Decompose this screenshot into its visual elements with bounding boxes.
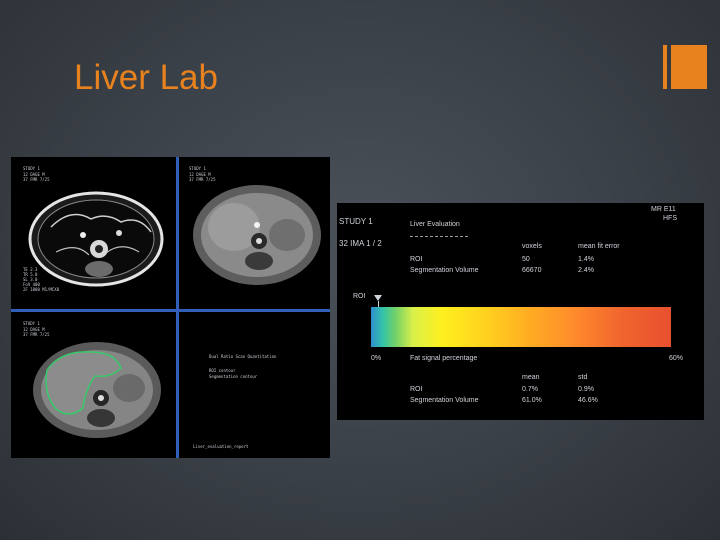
slide-title: Liver Lab xyxy=(74,58,218,97)
viewport-divider-horizontal[interactable] xyxy=(11,309,330,312)
table1-cell: 66670 xyxy=(522,267,542,274)
table2-cell: 61.0% xyxy=(522,397,542,404)
roi-scale-label: ROI xyxy=(353,293,366,300)
report-line: Dual Ratio Scan Quantitation xyxy=(209,354,277,359)
viewport-top-right[interactable]: STUDY 1 12 DAGE M 37 FMR 7/25 xyxy=(179,157,330,309)
table2-cell: 0.7% xyxy=(522,386,538,393)
table1-row-label: Segmentation Volume xyxy=(410,267,479,274)
viewport-divider-vertical[interactable] xyxy=(176,157,179,458)
fat-signal-colorbar xyxy=(371,307,671,347)
table1-header: mean fit error xyxy=(578,243,620,250)
study-label: STUDY 1 xyxy=(339,217,373,226)
scale-max-label: 60% xyxy=(669,355,684,362)
mri-viewer: STUDY 1 12 DAGE M 37 FMR 7/25 TE 2.3 TR … xyxy=(11,157,330,458)
viewport-info-line: 37 FMR 7/25 xyxy=(189,177,216,182)
report-line: ROI contour xyxy=(209,368,236,373)
viewport-top-left[interactable]: STUDY 1 12 DAGE M 37 FMR 7/25 TE 2.3 TR … xyxy=(11,157,176,309)
table1-row-label: ROI xyxy=(410,256,423,263)
table1-cell: 1.4% xyxy=(578,256,594,263)
orientation-label: MR E11 xyxy=(651,206,676,213)
liver-evaluation-panel: MR E11 HFS STUDY 1 32 IMA 1 / 2 Liver Ev… xyxy=(337,203,704,420)
scale-title: Fat signal percentage xyxy=(410,355,478,362)
table2-cell: 46.6% xyxy=(578,397,598,404)
table2-row-label: Segmentation Volume xyxy=(410,397,479,404)
table1-cell: 2.4% xyxy=(578,267,594,274)
viewport-info-line: 37 FMR 7/25 xyxy=(23,332,50,337)
viewport-info-line: 37 FMR 7/25 xyxy=(23,177,50,182)
viewport-bottom-left[interactable]: STUDY 1 12 DAGE M 37 FMR 7/25 xyxy=(11,312,176,458)
accent-bar-thin xyxy=(663,45,667,89)
report-footer: Liver_evaluation_report xyxy=(193,444,249,449)
viewport-study-label: STUDY 1 xyxy=(23,166,40,171)
table2-cell: 0.9% xyxy=(578,386,594,393)
section-title: Liver Evaluation xyxy=(410,221,460,228)
table2-row-label: ROI xyxy=(410,386,423,393)
table2-header: std xyxy=(578,374,588,381)
image-label: 32 IMA 1 / 2 xyxy=(339,239,382,248)
orientation-side-label: HFS xyxy=(663,215,677,222)
viewport-study-label: STUDY 1 xyxy=(23,321,40,326)
report-line: Segmentation contour xyxy=(209,374,258,379)
viewport-bottom-right[interactable]: Dual Ratio Scan Quantitation ROI contour… xyxy=(179,312,330,458)
viewport-param-line: 2F 1000 M1/MCX0 xyxy=(23,287,60,292)
table2-header: mean xyxy=(522,374,540,381)
section-underline xyxy=(410,236,468,237)
table1-header: voxels xyxy=(522,243,542,250)
viewport-study-label: STUDY 1 xyxy=(189,166,206,171)
table1-cell: 50 xyxy=(522,256,530,263)
accent-bar-thick xyxy=(671,45,707,89)
scale-min-label: 0% xyxy=(371,355,382,362)
